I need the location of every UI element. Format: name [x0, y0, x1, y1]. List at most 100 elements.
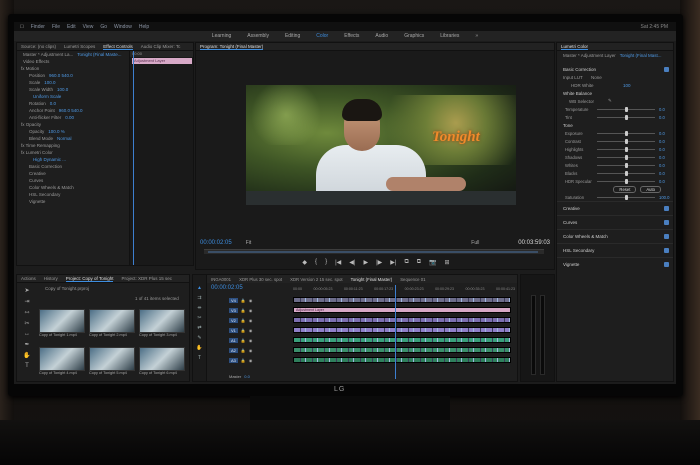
master-volume[interactable]: 0.0	[244, 374, 250, 379]
track-name[interactable]: V4	[229, 298, 238, 303]
track-name[interactable]: V3	[229, 308, 238, 313]
slider-value[interactable]: 0.0	[659, 163, 665, 168]
eye-icon[interactable]: ◉	[249, 308, 253, 313]
workspace-learning[interactable]: Learning	[212, 33, 231, 39]
effect-row-value[interactable]: 100.0	[44, 80, 55, 85]
section-toggle[interactable]	[664, 234, 669, 239]
lumetri-section-hsl-secondary[interactable]: HSL Secondary	[557, 243, 673, 257]
reset-button[interactable]: Reset	[613, 185, 637, 193]
slider-knob[interactable]	[624, 178, 628, 184]
effect-clip-name[interactable]: Master * Adjustment La...	[23, 52, 73, 57]
ripple-icon[interactable]: ⇹	[197, 305, 201, 311]
step-back-icon[interactable]: ◀|	[349, 259, 355, 266]
program-scrubber[interactable]	[204, 249, 544, 254]
ripple-edit-icon[interactable]: ⇿	[24, 309, 29, 316]
tab-program[interactable]: Program: Tonight (Final Master)	[200, 44, 264, 50]
timeline-playhead[interactable]	[395, 285, 396, 379]
tab-audio-clip-mixer[interactable]: Audio Clip Mixer: Tc	[141, 44, 181, 49]
menu-edit[interactable]: Edit	[67, 24, 76, 30]
effect-row[interactable]: Opacity 100.0 %	[17, 128, 129, 135]
lumetri-slider-highlights[interactable]: Highlights 0.0	[557, 145, 673, 153]
timeline-ruler[interactable]: 00:00 00:00:05:23 00:00:11:23 00:00:17:23 00…	[293, 287, 515, 293]
program-fit-select[interactable]: Fit	[246, 240, 252, 246]
slider-track[interactable]	[597, 146, 655, 152]
slider-track[interactable]	[597, 114, 655, 120]
lock-icon[interactable]: 🔒	[241, 298, 246, 303]
eye-icon[interactable]: ◉	[249, 328, 253, 333]
comparison-view-icon[interactable]: ⊞	[445, 259, 450, 266]
project-thumbnail[interactable]: Copy of Tonight 2.mp4	[89, 309, 135, 343]
effect-row[interactable]: Creative	[17, 170, 129, 177]
eye-icon[interactable]: ◉	[249, 348, 253, 353]
effect-row[interactable]: Blend Mode Normal	[17, 135, 129, 142]
slider-track[interactable]	[597, 154, 655, 160]
effect-row-value[interactable]: 960.0 540.0	[59, 108, 83, 113]
effect-row[interactable]: Uniform Scale	[17, 93, 129, 100]
slider-knob[interactable]	[624, 138, 628, 144]
workspace-color[interactable]: Color	[316, 33, 328, 39]
lumetri-slider-tint[interactable]: Tint 0.0	[557, 113, 673, 121]
slider-value[interactable]: 0.0	[659, 115, 665, 120]
menu-go[interactable]: Go	[100, 24, 107, 30]
effect-row[interactable]: Scale Width 100.0	[17, 86, 129, 93]
effect-row[interactable]: Color Wheels & Match	[17, 184, 129, 191]
hand-icon[interactable]: ✋	[196, 345, 202, 351]
lumetri-section-curves[interactable]: Curves	[557, 215, 673, 229]
add-marker-icon[interactable]: ◆	[302, 259, 307, 266]
tab-lumetri-scopes[interactable]: Lumetri Scopes	[64, 44, 95, 49]
slider-knob[interactable]	[624, 130, 628, 136]
menu-finder[interactable]: Finder	[31, 24, 45, 30]
effect-row[interactable]: fx Opacity	[17, 121, 129, 128]
step-forward-icon[interactable]: |▶	[376, 259, 382, 266]
effect-row[interactable]: Anti-flicker Filter 0.00	[17, 114, 129, 121]
auto-button[interactable]: Auto	[640, 185, 661, 193]
slider-value[interactable]: 0.0	[659, 179, 665, 184]
workspace-editing[interactable]: Editing	[285, 33, 300, 39]
program-video-frame[interactable]: Tonight	[246, 85, 516, 205]
eyedropper-icon[interactable]: ✎	[608, 98, 612, 104]
section-toggle[interactable]	[664, 206, 669, 211]
slider-knob[interactable]	[624, 114, 628, 120]
lumetri-slider-exposure[interactable]: Exposure 0.0	[557, 129, 673, 137]
project-thumbnail[interactable]: Copy of Tonight 5.mp4	[89, 346, 135, 381]
workspace-assembly[interactable]: Assembly	[247, 33, 269, 39]
timeline-clip[interactable]	[293, 347, 511, 353]
slip-tool-icon[interactable]: ↔	[24, 331, 30, 337]
lumetri-clip-name[interactable]: Master * Adjustment Layer	[563, 53, 616, 58]
slider-value[interactable]: 0.0	[659, 147, 665, 152]
workspace-libraries[interactable]: Libraries	[440, 33, 459, 39]
slider-track[interactable]	[597, 138, 655, 144]
effect-sequence-name[interactable]: Tonight (Final Maste...	[77, 52, 121, 57]
effect-row[interactable]: Basic Correction	[17, 163, 129, 170]
effect-row[interactable]: fx Time Remapping	[17, 142, 129, 149]
track-name[interactable]: A2	[229, 348, 238, 353]
timeline-clip[interactable]	[293, 337, 511, 343]
type-icon[interactable]: T	[198, 355, 201, 361]
track-header-v4[interactable]: V4 🔒 ◉	[229, 297, 291, 304]
hand-tool-icon[interactable]: ✋	[23, 352, 30, 359]
type-tool-icon[interactable]: T	[25, 363, 29, 369]
saturation-slider[interactable]: Saturation 100.0	[557, 193, 673, 201]
effect-row[interactable]: fx Motion	[17, 65, 129, 72]
tab-sequence-inga0001[interactable]: INGA0001	[211, 277, 231, 282]
saturation-track[interactable]	[597, 194, 655, 200]
apple-menu-icon[interactable]: 	[20, 24, 24, 30]
lock-icon[interactable]: 🔒	[241, 358, 246, 363]
effect-row[interactable]: fx Lumetri Color	[17, 149, 129, 156]
eye-icon[interactable]: ◉	[249, 338, 253, 343]
effect-row-value[interactable]: 0.0	[50, 101, 56, 106]
lumetri-slider-blacks[interactable]: Blacks 0.0	[557, 169, 673, 177]
track-select-icon[interactable]: ⇥	[24, 298, 29, 305]
menu-file[interactable]: File	[52, 24, 60, 30]
slider-track[interactable]	[597, 178, 655, 184]
tab-source[interactable]: Source: (no clips)	[21, 44, 56, 49]
tab-lumetri-color[interactable]: Lumetri Color	[561, 44, 589, 50]
effect-row-value[interactable]: Uniform Scale	[33, 94, 61, 99]
effect-row[interactable]: High Dynamic ...	[17, 156, 129, 163]
slider-knob[interactable]	[624, 154, 628, 160]
track-header-v2[interactable]: V2 🔒 ◉	[229, 317, 291, 324]
eye-icon[interactable]: ◉	[249, 298, 253, 303]
selection-tool-icon[interactable]: ➤	[24, 287, 29, 294]
effect-row-value[interactable]: 0.00	[65, 115, 74, 120]
tab-effect-controls[interactable]: Effect Controls	[103, 44, 133, 50]
